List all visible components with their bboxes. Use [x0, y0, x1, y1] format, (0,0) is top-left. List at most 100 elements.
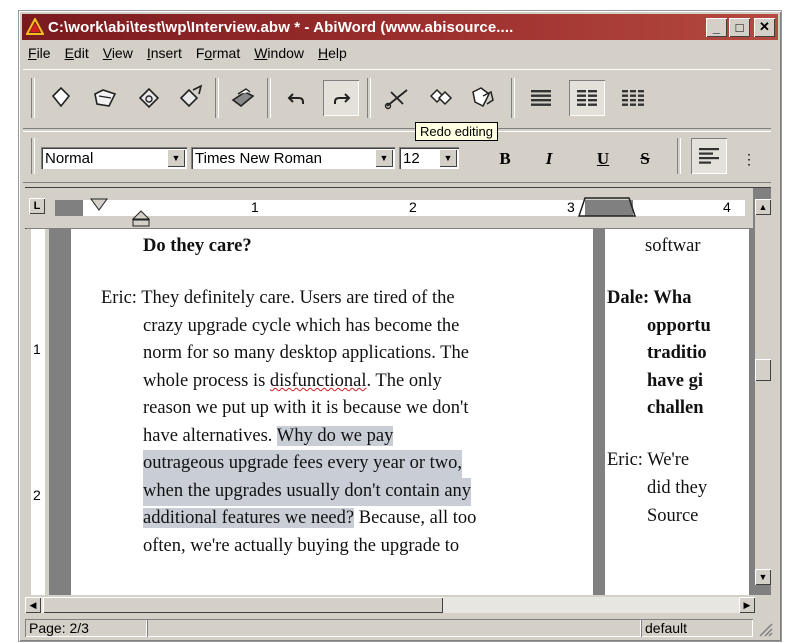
new-icon: [51, 86, 71, 108]
maximize-button[interactable]: □: [729, 17, 750, 37]
document-column-right[interactable]: softwar Dale: Wha opportu traditio have …: [605, 229, 749, 595]
cut-icon: [384, 89, 408, 110]
save-button[interactable]: [131, 80, 167, 116]
left-indent-marker-icon[interactable]: [131, 210, 151, 228]
ruler-number: 1: [33, 341, 41, 357]
abiword-window: C:\work\abi\test\wp\Interview.abw * - Ab…: [18, 10, 782, 642]
menu-insert[interactable]: Insert: [141, 45, 190, 61]
menu-edit[interactable]: Edit: [59, 45, 97, 61]
arrow-left-icon: ◀: [29, 599, 37, 610]
print-icon: [231, 88, 255, 108]
redo-tooltip: Redo editing: [415, 122, 498, 141]
vertical-ruler[interactable]: 1 2: [25, 229, 49, 595]
menu-file[interactable]: File: [22, 45, 59, 61]
redo-icon: [334, 93, 351, 104]
text-line: Eric: We're: [607, 450, 690, 470]
align-left-button[interactable]: [691, 138, 727, 174]
redo-button[interactable]: [323, 80, 359, 116]
chevron-down-icon: ▼: [171, 153, 181, 163]
selected-text[interactable]: Why do we pay: [276, 426, 394, 446]
font-size-combo[interactable]: 12 ▼: [399, 147, 459, 169]
horizontal-scroll-thumb[interactable]: [43, 597, 443, 613]
text-line: norm for so many desktop applications. T…: [143, 343, 469, 363]
toolbar-separator: [267, 78, 271, 118]
font-value: Times New Roman: [195, 149, 322, 167]
underline-icon: U: [596, 149, 610, 168]
strikethrough-button[interactable]: S: [631, 146, 659, 172]
text-line: reason we put up with it is because we d…: [143, 398, 469, 418]
scroll-up-button[interactable]: ▲: [755, 199, 771, 215]
save-icon: [138, 87, 160, 109]
page-status: Page: 2/3: [25, 619, 147, 637]
status-message-panel: [147, 619, 641, 637]
text-line: whole process is disfunctional. The only: [143, 371, 442, 391]
abiword-logo-icon: [26, 18, 44, 35]
undo-button[interactable]: [279, 80, 315, 116]
vertical-scrollbar[interactable]: ▲ ▼: [755, 199, 771, 585]
ruler-number: 4: [723, 199, 731, 215]
column-margin-marker-icon[interactable]: [577, 194, 637, 224]
align-center-button[interactable]: ⋮: [739, 146, 759, 172]
save-as-button[interactable]: [173, 80, 209, 116]
text-line: did they: [647, 478, 708, 498]
ruler-number: 3: [567, 199, 575, 215]
vertical-scroll-thumb[interactable]: [755, 359, 771, 381]
scroll-right-button[interactable]: ▶: [739, 597, 755, 613]
open-button[interactable]: [87, 80, 123, 116]
scroll-down-button[interactable]: ▼: [755, 569, 771, 585]
standard-toolbar: [23, 69, 771, 129]
new-button[interactable]: [43, 80, 79, 116]
underline-button[interactable]: U: [589, 146, 617, 172]
print-button[interactable]: [225, 80, 261, 116]
two-columns-button[interactable]: [569, 80, 605, 116]
misspelled-word[interactable]: disfunctional: [270, 371, 367, 391]
ruler-tab-type-button[interactable]: L: [29, 198, 45, 214]
cut-button[interactable]: [379, 80, 415, 116]
style-combo[interactable]: Normal ▼: [41, 147, 187, 169]
justify-button[interactable]: [523, 80, 559, 116]
style-value: Normal: [45, 149, 94, 167]
font-size-value: 12: [403, 149, 420, 167]
align-center-icon: ⋮: [742, 150, 756, 167]
horizontal-ruler[interactable]: L 1 2 3 4: [25, 188, 753, 228]
italic-button[interactable]: I: [535, 146, 563, 172]
bold-button[interactable]: B: [491, 146, 519, 172]
menu-view[interactable]: View: [97, 45, 141, 61]
menu-format[interactable]: Format: [190, 45, 248, 61]
selected-text[interactable]: outrageous upgrade fees every year or tw…: [143, 450, 462, 478]
text-line: have gi: [647, 371, 704, 391]
menu-help[interactable]: Help: [312, 45, 355, 61]
copy-icon: [429, 88, 453, 106]
strikethrough-icon: S: [640, 149, 650, 168]
document-column-left[interactable]: Do they care? Eric: They definitely care…: [71, 229, 593, 595]
style-dropdown-button[interactable]: ▼: [167, 149, 185, 167]
text-line: opportu: [647, 316, 711, 336]
selected-text[interactable]: additional features we need?: [143, 508, 355, 528]
close-button[interactable]: ✕: [754, 17, 775, 37]
arrow-right-icon: ▶: [743, 599, 751, 610]
heading: Do they care?: [143, 236, 252, 256]
close-icon: ✕: [759, 19, 770, 34]
size-dropdown-button[interactable]: ▼: [439, 149, 457, 167]
menu-window[interactable]: Window: [248, 45, 312, 61]
align-left-icon: [699, 148, 719, 164]
font-combo[interactable]: Times New Roman ▼: [191, 147, 395, 169]
title-bar[interactable]: C:\work\abi\test\wp\Interview.abw * - Ab…: [22, 14, 778, 40]
horizontal-scrollbar[interactable]: ◀ ▶: [25, 597, 755, 613]
text-line: challen: [647, 398, 704, 418]
chevron-down-icon: ▼: [443, 153, 453, 163]
three-columns-button[interactable]: [615, 80, 651, 116]
font-dropdown-button[interactable]: ▼: [375, 149, 393, 167]
first-line-indent-marker-icon[interactable]: [89, 198, 109, 212]
scroll-left-button[interactable]: ◀: [25, 597, 41, 613]
input-mode-status: default: [641, 619, 753, 637]
toolbar-separator: [511, 78, 515, 118]
text-line: often, we're actually buying the upgrade…: [143, 536, 460, 556]
minimize-button[interactable]: _: [706, 17, 727, 37]
toolbar-separator: [677, 138, 681, 174]
selected-text[interactable]: when the upgrades usually don't contain …: [143, 478, 472, 506]
resize-grip-icon[interactable]: [757, 621, 773, 637]
paste-button[interactable]: [465, 80, 501, 116]
ruler-number: 1: [251, 199, 259, 215]
copy-button[interactable]: [423, 80, 459, 116]
